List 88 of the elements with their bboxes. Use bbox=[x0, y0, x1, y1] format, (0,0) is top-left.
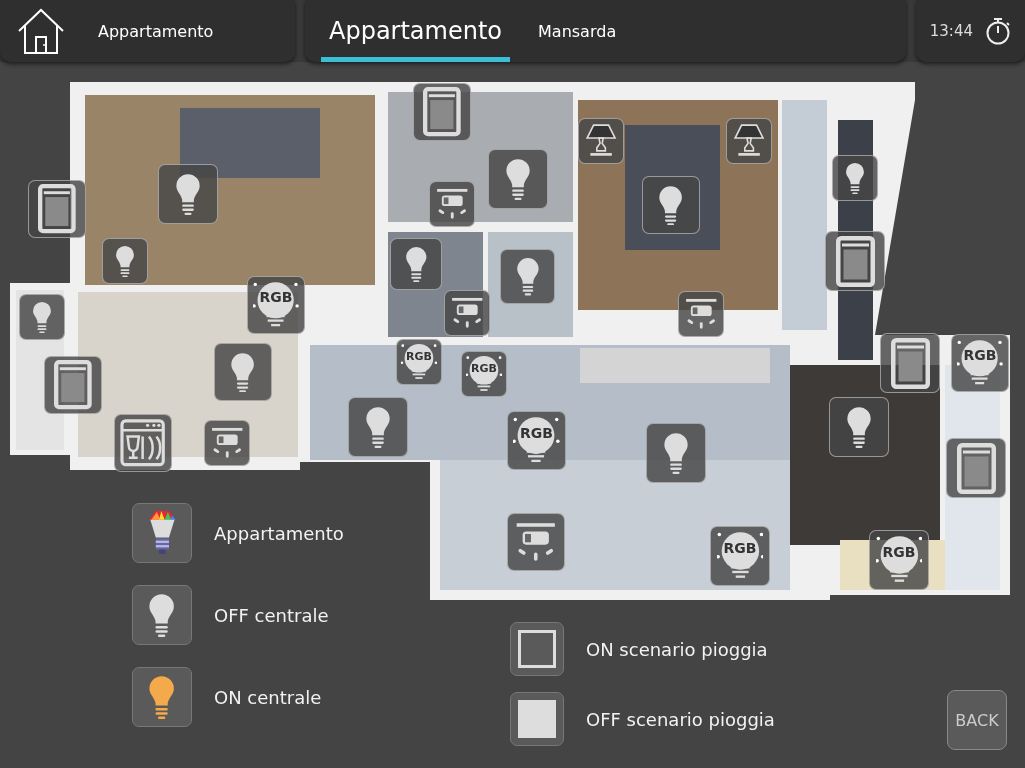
shutter-button[interactable] bbox=[880, 333, 940, 393]
light-button[interactable] bbox=[642, 176, 700, 234]
scenario-label: OFF scenario pioggia bbox=[586, 708, 775, 730]
dishwasher-icon bbox=[120, 419, 166, 467]
light-bulb-icon bbox=[175, 173, 201, 215]
air-conditioner-button[interactable] bbox=[507, 513, 565, 571]
window-icon bbox=[956, 442, 996, 494]
scene-label: OFF centrale bbox=[214, 604, 329, 626]
light-button[interactable] bbox=[390, 238, 442, 290]
light-button[interactable] bbox=[646, 423, 706, 483]
light-bulb-icon bbox=[148, 675, 176, 719]
light-button[interactable] bbox=[829, 397, 889, 457]
light-bulb-icon bbox=[148, 593, 176, 637]
shutter-button[interactable] bbox=[946, 438, 1006, 498]
rgb-light-button[interactable]: RGB bbox=[710, 526, 770, 586]
light-bulb-icon bbox=[230, 351, 256, 393]
square-outline-icon bbox=[518, 630, 556, 668]
light-bulb-icon bbox=[846, 406, 872, 448]
rgb-light-button[interactable]: RGB bbox=[396, 339, 442, 385]
stopwatch-icon[interactable] bbox=[985, 17, 1011, 45]
scene-button[interactable] bbox=[132, 667, 192, 727]
window-icon bbox=[890, 337, 930, 389]
rgb-light-button[interactable]: RGB bbox=[247, 276, 305, 334]
scenario-label: ON scenario pioggia bbox=[586, 638, 768, 660]
rgb-bulb-icon bbox=[875, 535, 923, 585]
shutter-button[interactable] bbox=[825, 231, 885, 291]
rgb-light-button[interactable]: RGB bbox=[461, 351, 507, 397]
scene-button[interactable] bbox=[132, 503, 192, 563]
rgb-bulb-icon bbox=[513, 416, 560, 465]
rgb-light-button[interactable]: RGB bbox=[869, 530, 929, 590]
light-button[interactable] bbox=[488, 149, 548, 209]
light-button[interactable] bbox=[214, 343, 272, 401]
rgb-bulb-icon bbox=[716, 531, 764, 581]
light-bulb-icon bbox=[845, 161, 865, 195]
scene-label: Appartamento bbox=[214, 522, 344, 544]
air-conditioner-icon bbox=[514, 521, 558, 563]
light-bulb-icon bbox=[663, 432, 689, 474]
air-conditioner-icon bbox=[209, 426, 245, 460]
window-icon bbox=[54, 360, 92, 410]
light-bulb-icon bbox=[32, 300, 52, 334]
window-icon bbox=[835, 235, 875, 287]
floor-tab[interactable]: Appartamento bbox=[321, 0, 511, 62]
light-bulb-icon bbox=[515, 257, 540, 296]
rgb-light-button[interactable]: RGB bbox=[951, 334, 1009, 392]
air-conditioner-icon bbox=[449, 296, 485, 330]
home-label: Appartamento bbox=[98, 21, 214, 41]
scenario-button[interactable] bbox=[510, 622, 564, 676]
air-conditioner-button[interactable] bbox=[204, 420, 250, 466]
light-button[interactable] bbox=[158, 164, 218, 224]
shutter-button[interactable] bbox=[28, 180, 86, 238]
shutter-button[interactable] bbox=[413, 83, 471, 141]
light-button[interactable] bbox=[19, 294, 65, 340]
rgb-bulb-icon bbox=[957, 339, 1003, 387]
light-bulb-icon bbox=[505, 158, 531, 200]
window-icon bbox=[38, 184, 76, 234]
rgb-light-button[interactable]: RGB bbox=[507, 411, 566, 470]
light-button[interactable] bbox=[500, 249, 555, 304]
light-button[interactable] bbox=[102, 238, 148, 284]
air-conditioner-button[interactable] bbox=[429, 181, 475, 227]
window-icon bbox=[423, 87, 461, 137]
clock-time: 13:44 bbox=[929, 22, 973, 40]
table-lamp-icon bbox=[584, 123, 618, 159]
light-button[interactable] bbox=[832, 155, 878, 201]
air-conditioner-icon bbox=[434, 187, 470, 221]
lamp-button[interactable] bbox=[726, 118, 772, 164]
rgb-bulb-icon bbox=[253, 281, 299, 329]
back-button[interactable]: BACK bbox=[947, 690, 1007, 750]
scene-button[interactable] bbox=[132, 585, 192, 645]
rgb-bulb-icon bbox=[401, 343, 437, 381]
floor-tab[interactable]: Mansarda bbox=[530, 0, 625, 62]
rgb-bulb-icon bbox=[466, 355, 502, 393]
light-bulb-icon bbox=[365, 406, 391, 448]
shutter-button[interactable] bbox=[44, 356, 102, 414]
air-conditioner-button[interactable] bbox=[444, 290, 490, 336]
filled-square-icon bbox=[518, 700, 556, 738]
light-button[interactable] bbox=[348, 397, 408, 457]
light-bulb-icon bbox=[658, 184, 684, 226]
dishwasher-button[interactable] bbox=[114, 414, 172, 472]
rgb-bulb-icon bbox=[146, 511, 178, 555]
air-conditioner-icon bbox=[683, 297, 719, 331]
lamp-button[interactable] bbox=[578, 118, 624, 164]
scene-label: ON centrale bbox=[214, 686, 322, 708]
light-bulb-icon bbox=[115, 244, 135, 278]
home-icon[interactable] bbox=[16, 7, 66, 55]
air-conditioner-button[interactable] bbox=[678, 291, 724, 337]
light-bulb-icon bbox=[404, 245, 428, 283]
scenario-button[interactable] bbox=[510, 692, 564, 746]
table-lamp-icon bbox=[732, 123, 766, 159]
